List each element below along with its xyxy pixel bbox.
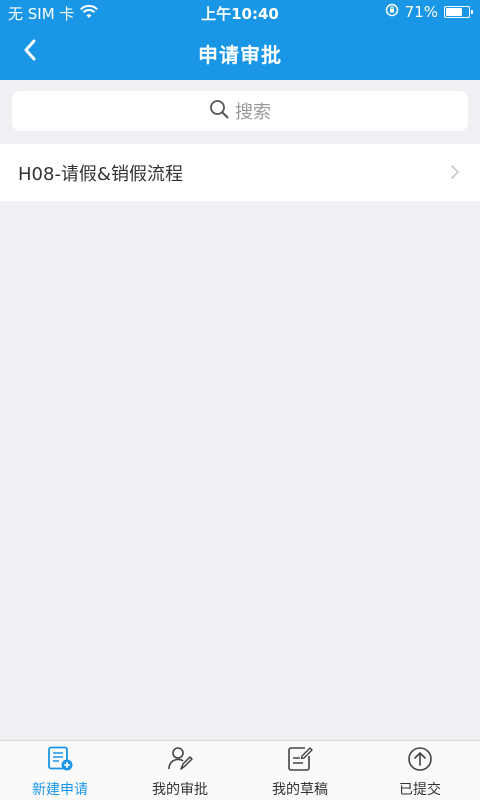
tab-my-drafts[interactable]: 我的草稿 xyxy=(240,741,360,800)
search-placeholder: 搜索 xyxy=(235,102,271,123)
list-item[interactable]: H08-请假&销假流程 xyxy=(0,144,480,201)
tab-my-approvals[interactable]: 我的审批 xyxy=(120,741,240,800)
nav-bar: 申请审批 xyxy=(0,24,480,80)
new-request-icon xyxy=(46,746,74,776)
tab-label: 我的审批 xyxy=(152,782,208,798)
tab-label: 我的草稿 xyxy=(272,782,328,798)
page-title: 申请审批 xyxy=(198,43,282,67)
search-bar[interactable]: 搜索 xyxy=(12,91,468,131)
chevron-right-icon xyxy=(450,164,460,185)
battery-icon xyxy=(444,6,473,18)
upload-circle-icon xyxy=(406,746,434,776)
battery-percent: 71% xyxy=(404,3,438,21)
battery-fill xyxy=(446,8,462,16)
search-icon xyxy=(209,99,229,124)
tab-label: 已提交 xyxy=(399,782,441,798)
user-edit-icon xyxy=(166,746,194,776)
rotation-lock-icon xyxy=(385,3,399,21)
status-bar: 无 SIM 卡 上午10:40 71% xyxy=(0,0,480,24)
list-item-label: H08-请假&销假流程 xyxy=(18,163,183,185)
status-right: 71% xyxy=(385,3,473,21)
draft-icon xyxy=(286,746,314,776)
tab-bar: 新建申请 我的审批 我的草稿 已提交 xyxy=(0,740,480,800)
tab-submitted[interactable]: 已提交 xyxy=(360,741,480,800)
tab-new-request[interactable]: 新建申请 xyxy=(0,741,120,800)
tab-label: 新建申请 xyxy=(32,782,88,798)
